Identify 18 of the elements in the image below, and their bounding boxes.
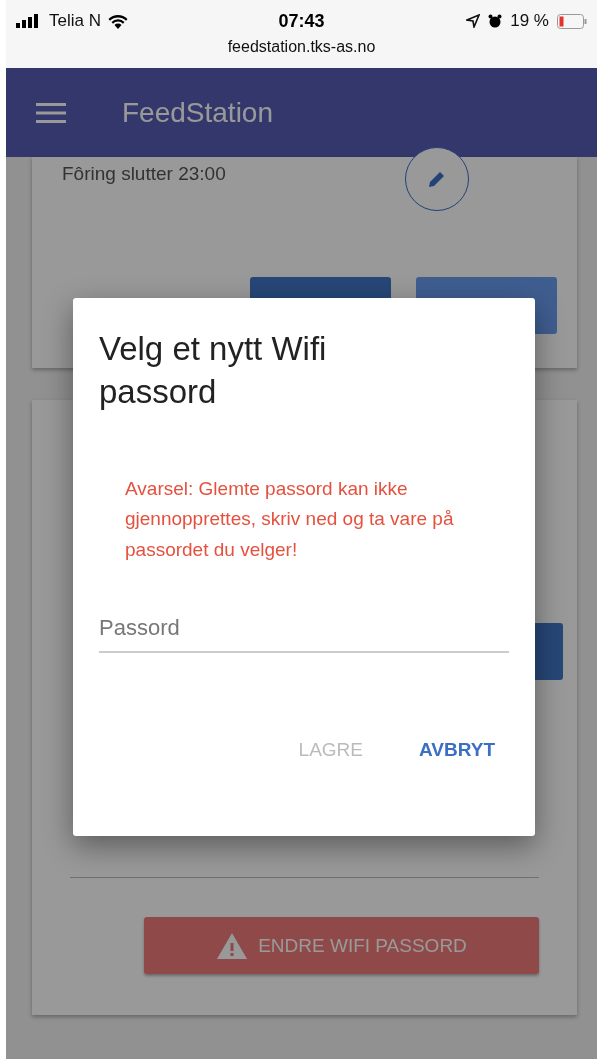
password-field[interactable]: Passord (99, 604, 509, 653)
dialog-title: Velg et nytt Wifi passord (99, 329, 328, 412)
warning-icon (216, 931, 249, 960)
feeding-end-text: Fôring slutter 23:00 (62, 163, 227, 185)
alarm-clock-icon (488, 14, 503, 28)
warning-text: Avarsel: Glemte passord kan ikke gjennopprettes, skriv ned og ta vare på passordet du velger! (125, 476, 455, 562)
pencil-icon (427, 169, 447, 189)
wifi-icon (107, 13, 128, 29)
battery-percent: 19 % (510, 11, 549, 31)
clock-time: 07:43 (278, 10, 325, 32)
cancel-button[interactable]: AVBRYT (405, 730, 509, 769)
battery-icon (557, 13, 587, 29)
app-title: FeedStation (122, 96, 273, 129)
location-arrow-icon (466, 14, 481, 28)
carrier-name: Telia N (49, 11, 101, 31)
menu-icon[interactable] (36, 101, 66, 124)
change-wifi-password-button[interactable]: ENDRE WIFI PASSORD (144, 917, 539, 974)
url-text: feedstation.tks-as.no (226, 38, 377, 56)
